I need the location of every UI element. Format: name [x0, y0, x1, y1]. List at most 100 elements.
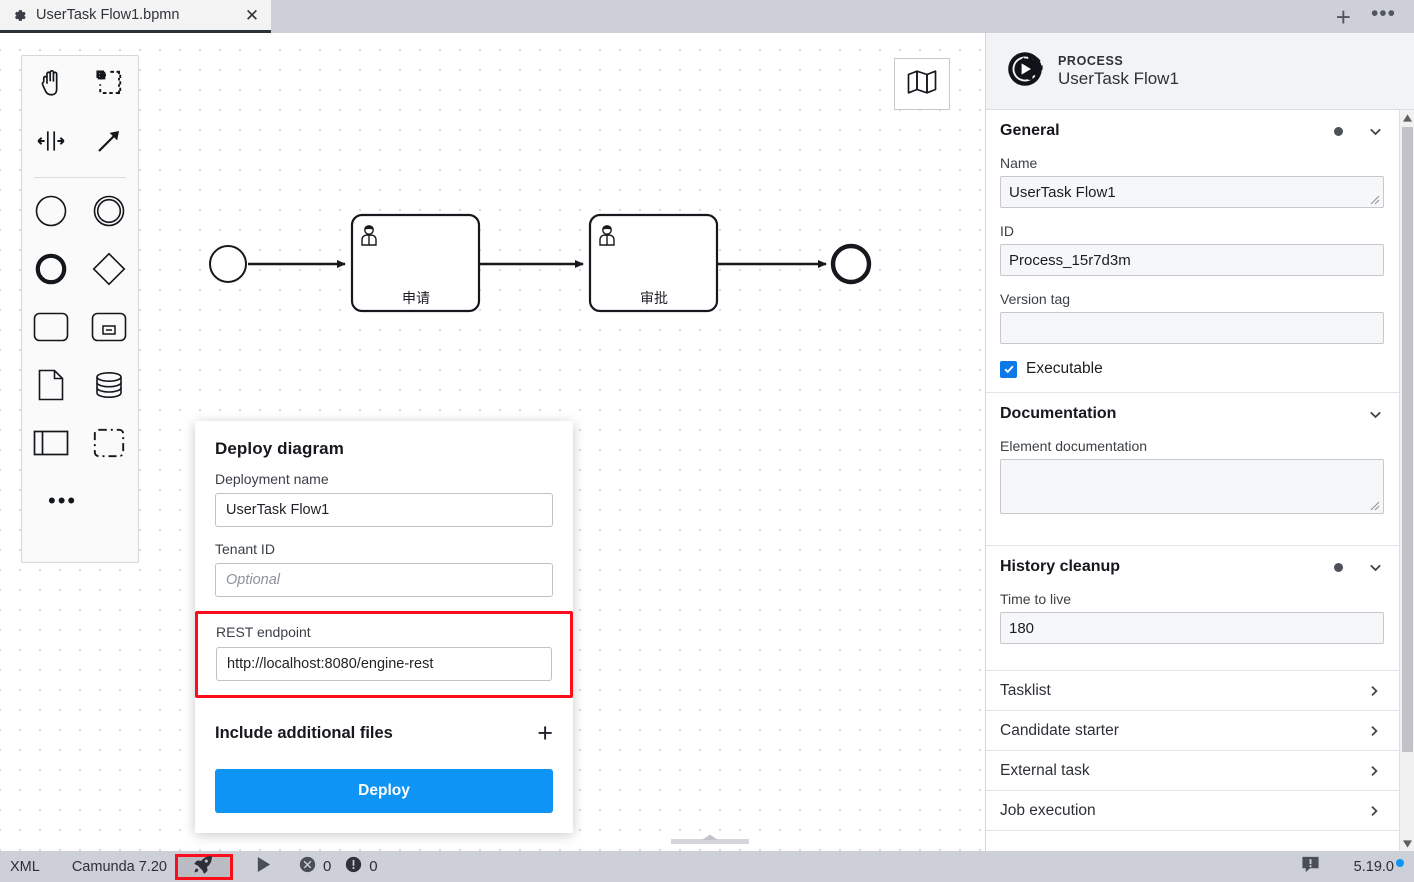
log-icon: [1301, 855, 1320, 879]
time-to-live-label: Time to live: [1000, 591, 1072, 607]
section-documentation: Documentation Element documentation: [986, 393, 1400, 546]
chevron-down-icon[interactable]: [1367, 123, 1384, 140]
executable-checkbox[interactable]: [1000, 360, 1017, 378]
rounded-rect-icon: [33, 312, 69, 347]
pool-icon: [33, 429, 69, 462]
time-to-live-input[interactable]: [1000, 612, 1384, 644]
add-files-button[interactable]: +: [537, 720, 553, 747]
xml-view-button[interactable]: XML: [10, 851, 40, 882]
id-input[interactable]: [1000, 244, 1384, 276]
name-input[interactable]: [1000, 176, 1384, 208]
palette-more-button[interactable]: •••: [22, 474, 138, 528]
section-external-task[interactable]: External task: [986, 751, 1400, 791]
palette-create-end-event[interactable]: [22, 242, 80, 300]
deploy-diagram-dialog: Deploy diagram Deployment name Tenant ID…: [195, 421, 573, 833]
app-version-label[interactable]: 5.19.0: [1353, 858, 1404, 875]
bottom-panel-handle[interactable]: [671, 832, 749, 844]
minimap-toggle-button[interactable]: [894, 58, 950, 110]
section-job-execution[interactable]: Job execution: [986, 791, 1400, 831]
section-history-cleanup-header[interactable]: History cleanup: [986, 546, 1400, 588]
engine-version-label[interactable]: Camunda 7.20: [72, 851, 167, 882]
tenant-id-label: Tenant ID: [215, 541, 275, 557]
section-general-header[interactable]: General: [986, 110, 1400, 152]
chevron-right-icon: [1366, 683, 1382, 699]
warning-indicator[interactable]: 0: [345, 851, 378, 882]
section-history-cleanup: History cleanup Time to live: [986, 546, 1400, 671]
chevron-right-icon: [1366, 723, 1382, 739]
tab-bar: UserTask Flow1.bpmn ✕ + •••: [0, 0, 1414, 33]
section-history-cleanup-title: History cleanup: [1000, 558, 1121, 575]
chevron-down-icon[interactable]: [1367, 406, 1384, 423]
palette-lasso-tool[interactable]: [80, 56, 138, 114]
scroll-down-arrow-icon[interactable]: [1400, 836, 1414, 851]
element-documentation-textarea[interactable]: [1000, 459, 1384, 514]
version-tag-label: Version tag: [1000, 291, 1071, 307]
properties-header-name: UserTask Flow1: [1058, 68, 1179, 88]
chevron-right-icon: [1366, 803, 1382, 819]
palette-create-group[interactable]: [80, 416, 138, 474]
palette-create-start-event[interactable]: [22, 184, 80, 242]
palette-create-gateway[interactable]: [80, 242, 138, 300]
palette-space-tool[interactable]: [22, 114, 80, 172]
field-name: Name: [986, 152, 1400, 208]
palette-create-subprocess[interactable]: [80, 300, 138, 358]
version-text: 5.19.0: [1353, 858, 1394, 875]
field-element-documentation: Element documentation: [986, 435, 1400, 519]
tab-bar-spacer: [271, 0, 1336, 33]
log-button[interactable]: [1301, 855, 1320, 879]
field-version-tag: Version tag: [986, 288, 1400, 344]
external-task-label: External task: [1000, 761, 1090, 779]
run-button[interactable]: [251, 851, 277, 882]
palette-divider: [34, 177, 126, 178]
task-label-shenpi: 审批: [640, 291, 668, 307]
warning-circle-icon: [345, 856, 362, 877]
deploy-button[interactable]: Deploy: [215, 769, 553, 813]
palette-global-connect-tool[interactable]: [80, 114, 138, 172]
palette-create-task[interactable]: [22, 300, 80, 358]
palette-create-intermediate-event[interactable]: [80, 184, 138, 242]
warning-count: 0: [369, 858, 378, 875]
rest-endpoint-group-highlighted: REST endpoint: [195, 611, 573, 698]
scroll-up-arrow-icon[interactable]: [1400, 110, 1414, 125]
error-indicator[interactable]: 0: [299, 851, 331, 882]
tab-usertask-flow1[interactable]: UserTask Flow1.bpmn ✕: [0, 0, 271, 33]
palette-hand-tool[interactable]: [22, 56, 80, 114]
section-general-title: General: [1000, 122, 1060, 139]
tab-bar-actions: + •••: [1336, 0, 1414, 33]
bpmn-palette: •••: [21, 55, 139, 563]
rest-endpoint-input[interactable]: [216, 647, 552, 681]
field-id: ID: [986, 220, 1400, 276]
executable-label: Executable: [1026, 360, 1103, 377]
id-label: ID: [1000, 223, 1014, 239]
process-gear-icon: [1004, 48, 1046, 95]
hand-icon: [36, 67, 67, 103]
properties-panel-header: PROCESS UserTask Flow1: [986, 33, 1414, 110]
deployment-name-input[interactable]: [215, 493, 553, 527]
diamond-icon: [92, 252, 126, 291]
palette-create-data-object[interactable]: [22, 358, 80, 416]
executable-row[interactable]: Executable: [986, 356, 1400, 378]
new-tab-button[interactable]: +: [1336, 4, 1351, 30]
scrollbar-thumb[interactable]: [1402, 127, 1413, 752]
properties-scrollbar[interactable]: [1399, 110, 1414, 851]
palette-create-data-store[interactable]: [80, 358, 138, 416]
subprocess-icon: [91, 312, 127, 347]
tab-bar-more-button[interactable]: •••: [1371, 3, 1396, 30]
deployment-name-label: Deployment name: [215, 471, 329, 487]
candidate-starter-label: Candidate starter: [1000, 721, 1119, 739]
section-documentation-header[interactable]: Documentation: [986, 393, 1400, 435]
rocket-icon: [193, 854, 214, 880]
deploy-toolbar-button[interactable]: [174, 853, 233, 880]
version-tag-input[interactable]: [1000, 312, 1384, 344]
section-documentation-title: Documentation: [1000, 405, 1117, 422]
section-candidate-starter[interactable]: Candidate starter: [986, 711, 1400, 751]
tenant-id-input[interactable]: [215, 563, 553, 597]
close-icon[interactable]: ✕: [243, 7, 261, 24]
gear-icon: [12, 8, 27, 23]
palette-create-participant[interactable]: [22, 416, 80, 474]
tasklist-label: Tasklist: [1000, 681, 1051, 699]
chevron-right-icon: [1366, 763, 1382, 779]
chevron-down-icon[interactable]: [1367, 559, 1384, 576]
deploy-dialog-title: Deploy diagram: [215, 439, 344, 458]
section-tasklist[interactable]: Tasklist: [986, 671, 1400, 711]
